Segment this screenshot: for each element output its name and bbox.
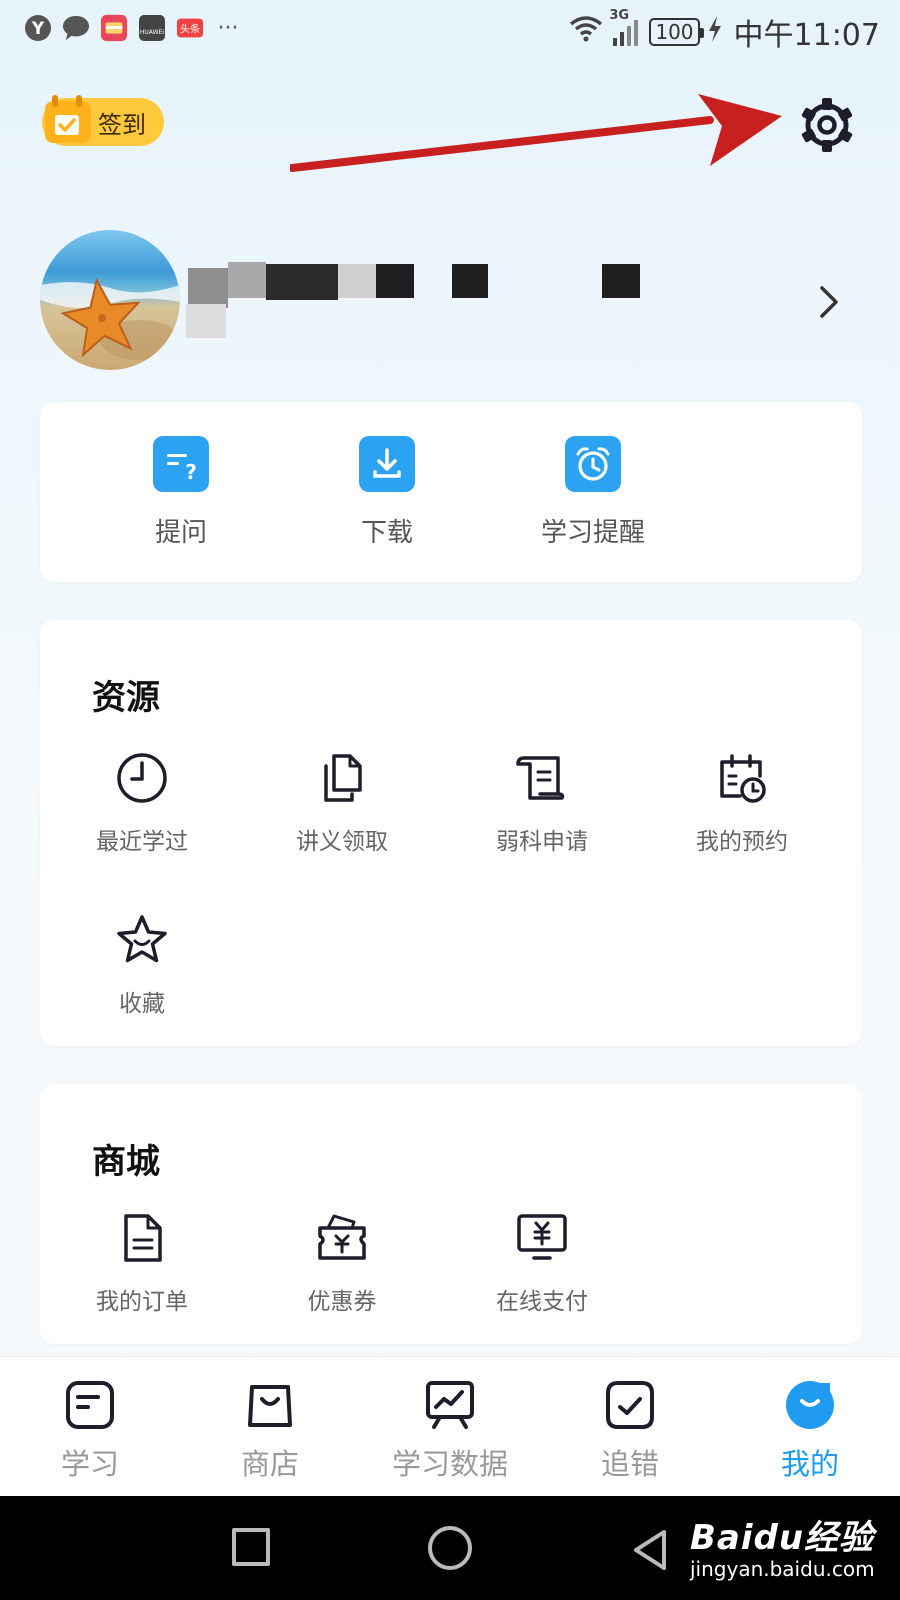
status-notification-icons: Y HUAWEI 头条 ··· [24, 14, 242, 42]
signin-button[interactable]: 签到 [42, 95, 164, 146]
more-notifications-icon: ··· [217, 15, 239, 41]
tab-shop[interactable]: 商店 [190, 1379, 350, 1483]
recent-apps-button[interactable] [232, 1528, 270, 1566]
tab-label: 学习 [60, 1447, 119, 1481]
username-blurred[interactable] [182, 262, 652, 346]
network-type-label: 3G [609, 8, 630, 23]
alarm-clock-icon [565, 436, 621, 492]
tab-study-data[interactable]: 学习数据 [370, 1379, 530, 1483]
clock-icon [114, 750, 170, 806]
mall-my-orders[interactable]: 我的订单 [62, 1210, 222, 1316]
bottom-tab-bar: 学习 商店 学习数据 追错 我的 [0, 1356, 900, 1496]
resource-weak-subject[interactable]: 弱科申请 [462, 750, 622, 856]
chart-board-icon [424, 1379, 476, 1431]
tab-label: 学习数据 [391, 1447, 508, 1481]
svg-text:头条: 头条 [180, 23, 201, 36]
wifi-icon [569, 14, 603, 50]
resource-label: 收藏 [119, 991, 165, 1017]
star-icon [114, 912, 170, 968]
resource-handouts[interactable]: 讲义领取 [262, 750, 422, 856]
question-doc-icon: ? [153, 436, 209, 492]
back-button[interactable] [630, 1528, 670, 1576]
quick-action-label: 提问 [154, 518, 207, 548]
baidu-jingyan-watermark: Baidu经验 jingyan.baidu.com [690, 1510, 875, 1581]
documents-icon [314, 750, 370, 806]
settings-gear-icon[interactable] [798, 96, 856, 154]
huawei-store-icon [100, 14, 128, 42]
mall-online-payment[interactable]: 在线支付 [462, 1210, 622, 1316]
tab-label: 追错 [600, 1447, 659, 1481]
calendar-check-icon [42, 93, 92, 145]
status-system-area: 3G 100 中午11:07 [569, 8, 880, 54]
svg-text:?: ? [185, 460, 197, 484]
profile-page: Y HUAWEI 头条 ··· 3G 100 中午11:07 签到 ? 提问 下… [0, 0, 900, 1496]
huawei-icon: HUAWEI [138, 14, 166, 42]
study-icon [64, 1379, 116, 1431]
scroll-icon [514, 750, 570, 806]
annotation-arrow [290, 94, 782, 172]
me-icon [784, 1379, 836, 1431]
y-app-icon: Y [24, 14, 52, 42]
quick-action-label: 下载 [360, 518, 413, 548]
signin-label: 签到 [98, 110, 146, 139]
mall-label: 在线支付 [496, 1289, 588, 1315]
resources-card: 资源 最近学过 讲义领取 弱科申请 我的预约 收藏 [40, 620, 862, 1046]
svg-text:Y: Y [31, 19, 45, 39]
resource-appointments[interactable]: 我的预约 [662, 750, 822, 856]
payment-icon [514, 1210, 570, 1266]
cellular-signal-icon: 3G [609, 8, 641, 46]
status-bar: Y HUAWEI 头条 ··· 3G 100 中午11:07 [0, 0, 900, 62]
home-button[interactable] [428, 1526, 472, 1570]
svg-text:HUAWEI: HUAWEI [140, 29, 164, 36]
quick-action-download[interactable]: 下载 [312, 436, 462, 549]
tab-label: 我的 [780, 1447, 839, 1481]
order-doc-icon [114, 1210, 170, 1266]
tab-me[interactable]: 我的 [730, 1379, 890, 1483]
resources-title: 资源 [92, 678, 160, 718]
coupon-icon [314, 1210, 370, 1266]
quick-action-ask[interactable]: ? 提问 [106, 436, 256, 549]
message-icon [62, 14, 90, 42]
resource-label: 弱科申请 [496, 829, 588, 855]
resource-label: 讲义领取 [296, 829, 388, 855]
profile-chevron-right-icon[interactable] [816, 282, 842, 322]
quick-action-study-reminder[interactable]: 学习提醒 [518, 436, 668, 549]
quick-action-label: 学习提醒 [540, 518, 645, 548]
quick-actions-card: ? 提问 下载 学习提醒 [40, 402, 862, 582]
watermark-main: Baidu经验 [690, 1518, 875, 1558]
resource-label: 我的预约 [696, 829, 788, 855]
check-square-icon [604, 1379, 656, 1431]
download-icon [359, 436, 415, 492]
mall-title: 商城 [92, 1142, 160, 1182]
tab-label: 商店 [240, 1447, 299, 1481]
resource-recent[interactable]: 最近学过 [62, 750, 222, 856]
charging-icon [708, 15, 722, 50]
resource-favorites[interactable]: 收藏 [62, 912, 222, 1018]
tab-track-errors[interactable]: 追错 [550, 1379, 710, 1483]
mall-coupons[interactable]: 优惠券 [262, 1210, 422, 1316]
calendar-clock-icon [714, 750, 770, 806]
toutiao-icon: 头条 [176, 14, 204, 42]
shop-bag-icon [244, 1379, 296, 1431]
resource-label: 最近学过 [96, 829, 188, 855]
mall-label: 我的订单 [96, 1289, 188, 1315]
battery-indicator: 100 [649, 18, 704, 46]
tab-study[interactable]: 学习 [10, 1379, 170, 1483]
watermark-sub: jingyan.baidu.com [690, 1557, 875, 1581]
status-time: 中午11:07 [733, 18, 880, 53]
avatar[interactable] [40, 230, 180, 370]
mall-card: 商城 我的订单 优惠券 在线支付 [40, 1084, 862, 1344]
system-navigation-bar: Baidu经验 jingyan.baidu.com [0, 1496, 900, 1600]
mall-label: 优惠券 [307, 1289, 377, 1315]
